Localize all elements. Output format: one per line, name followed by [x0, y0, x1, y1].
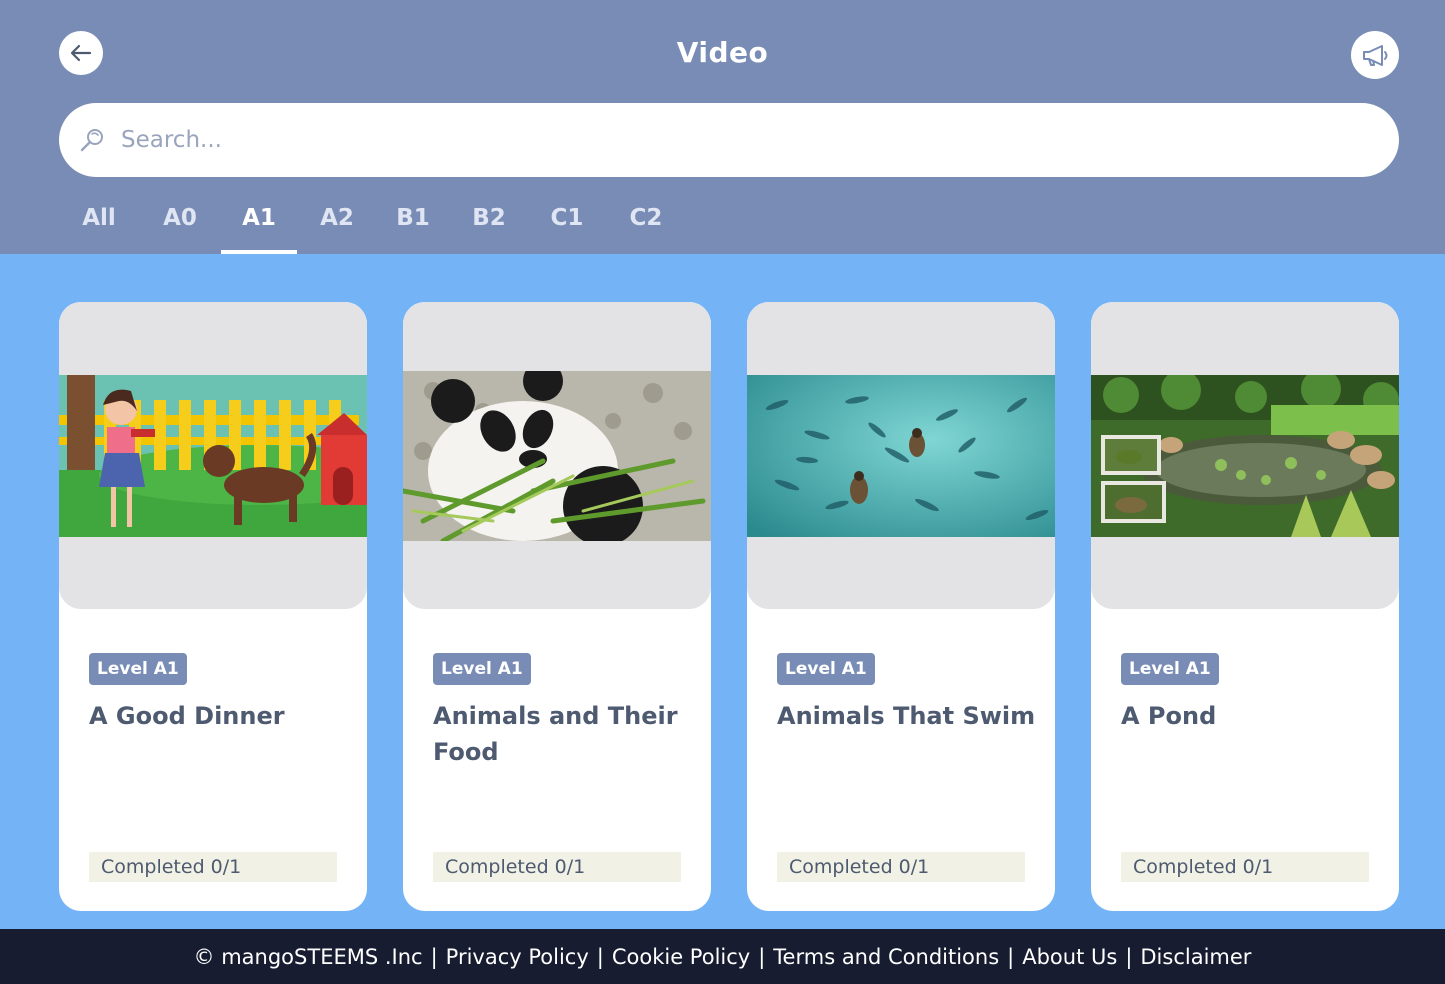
video-title: A Pond: [1121, 702, 1217, 730]
level-badge: Level A1: [777, 653, 875, 685]
progress-label: Completed 0/1: [1133, 856, 1274, 878]
thumbnail-panda: [403, 371, 711, 541]
copyright: © mangoSTEEMS .Inc: [193, 944, 423, 969]
page-title: Video: [676, 36, 769, 69]
progress-bar: Completed 0/1: [433, 852, 681, 882]
cookie-policy-link[interactable]: Cookie Policy: [612, 945, 750, 969]
thumbnail-area: [403, 302, 711, 609]
video-title: Animals and Their Food: [433, 702, 678, 766]
tab-all[interactable]: All: [61, 195, 137, 254]
thumbnail-pond: [1091, 375, 1399, 537]
video-card[interactable]: Level A1 A Pond Completed 0/1: [1091, 302, 1399, 911]
footer-separator: |: [596, 944, 604, 969]
level-badge: Level A1: [89, 653, 187, 685]
video-card[interactable]: Level A1 A Good Dinner Completed 0/1: [59, 302, 367, 911]
announcement-button[interactable]: [1351, 31, 1399, 79]
search-icon: [79, 126, 107, 154]
progress-bar: Completed 0/1: [1121, 852, 1369, 882]
progress-label: Completed 0/1: [101, 856, 242, 878]
level-badge: Level A1: [433, 653, 531, 685]
about-us-link[interactable]: About Us: [1022, 945, 1117, 969]
footer-separator: |: [758, 944, 766, 969]
video-title: Animals That Swim: [777, 702, 1036, 730]
footer-separator: |: [1125, 944, 1133, 969]
thumbnail-area: [747, 302, 1055, 609]
tab-a2[interactable]: A2: [299, 195, 375, 254]
footer-separator: |: [430, 944, 438, 969]
progress-label: Completed 0/1: [445, 856, 586, 878]
tab-a0[interactable]: A0: [142, 195, 218, 254]
thumbnail-fish: [747, 375, 1055, 537]
level-badge: Level A1: [1121, 653, 1219, 685]
disclaimer-link[interactable]: Disclaimer: [1140, 945, 1251, 969]
header-bar: Video All A0 A1 A2 B1 B2 C1 C2: [0, 0, 1445, 254]
progress-bar: Completed 0/1: [777, 852, 1025, 882]
search-input[interactable]: [119, 126, 1323, 154]
privacy-policy-link[interactable]: Privacy Policy: [446, 945, 589, 969]
tab-c2[interactable]: C2: [608, 195, 684, 254]
thumbnail-area: [59, 302, 367, 609]
footer: © mangoSTEEMS .Inc | Privacy Policy | Co…: [0, 929, 1445, 984]
megaphone-icon: [1363, 45, 1388, 66]
video-title: A Good Dinner: [89, 702, 285, 730]
tab-a1[interactable]: A1: [221, 195, 297, 254]
terms-link[interactable]: Terms and Conditions: [773, 945, 999, 969]
thumbnail-area: [1091, 302, 1399, 609]
search-bar[interactable]: [59, 103, 1399, 177]
tab-c1[interactable]: C1: [529, 195, 605, 254]
thumbnail-girl-dog: [59, 375, 367, 537]
tab-b1[interactable]: B1: [375, 195, 451, 254]
footer-separator: |: [1007, 944, 1015, 969]
tab-b2[interactable]: B2: [451, 195, 527, 254]
progress-label: Completed 0/1: [789, 856, 930, 878]
video-card[interactable]: Level A1 Animals and Their Food Complete…: [403, 302, 711, 911]
video-card[interactable]: Level A1 Animals That Swim Completed 0/1: [747, 302, 1055, 911]
progress-bar: Completed 0/1: [89, 852, 337, 882]
